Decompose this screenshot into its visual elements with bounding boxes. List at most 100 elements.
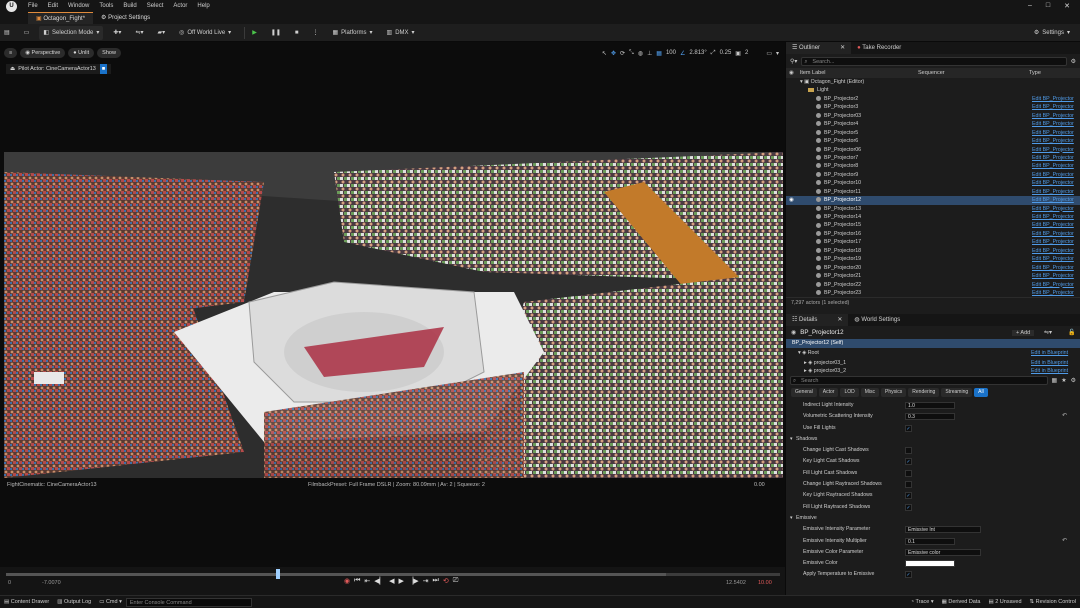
filter-rendering[interactable]: Rendering [908, 387, 940, 397]
edit-blueprint-link[interactable]: Edit BP_Projector [1032, 188, 1074, 196]
outliner-search-input[interactable]: ⌕ Search... [801, 56, 1067, 66]
property-checkbox[interactable] [905, 469, 912, 477]
edit-blueprint-link[interactable]: Edit BP_Projector [1032, 264, 1074, 272]
maximize-viewport-icon[interactable]: ▭ [766, 50, 772, 57]
show-button[interactable]: Show [97, 48, 121, 58]
edit-blueprint-link[interactable]: Edit BP_Projector [1032, 171, 1074, 179]
edit-blueprint-link[interactable]: Edit BP_Projector [1032, 230, 1074, 238]
grid-snap-value[interactable]: 100 [666, 50, 676, 56]
component-projector-2[interactable]: ▸ ◈ projector03_2 Edit in Blueprint [786, 368, 1080, 374]
tab-outliner[interactable]: ☰ Outliner ✕ [786, 42, 852, 54]
tab-level[interactable]: ▣ Octagon_Fight* [28, 12, 94, 24]
cinematics-icon[interactable]: ▰▾ [153, 26, 169, 40]
edit-blueprint-link[interactable]: Edit BP_Projector [1032, 255, 1074, 263]
step-icon[interactable]: ❚❚ [267, 26, 285, 40]
property-value-field[interactable]: 0.3 [905, 413, 955, 421]
edit-blueprint-link[interactable]: Edit BP_Projector [1032, 95, 1074, 103]
timeline-in[interactable]: -7.0070 [42, 580, 61, 586]
property-checkbox[interactable]: ✓ [905, 492, 912, 500]
property-checkbox[interactable] [905, 481, 912, 489]
derived-data-button[interactable]: ▦ Derived Data [938, 596, 985, 608]
off-world-live-dropdown[interactable]: ◎ Off World Live ▾ [175, 26, 235, 40]
filter-actor[interactable]: Actor [818, 387, 839, 397]
scale-snap-value[interactable]: 0.25 [720, 50, 732, 56]
perspective-button[interactable]: ◉ Perspective [20, 48, 66, 58]
select-icon[interactable]: ↖ [602, 50, 607, 57]
outliner-item[interactable]: BP_Projector2 Edit BP_Projector [786, 95, 1080, 103]
property-section[interactable]: ▾ Shadows [786, 434, 1080, 445]
filter-icon[interactable]: ⚲▾ [790, 58, 797, 65]
outliner-item[interactable]: BP_Projector8 Edit BP_Projector [786, 162, 1080, 170]
level-viewport[interactable]: ≡ ◉ Perspective ● Unlit Show ⏏ Pilot Act… [0, 42, 785, 595]
close-icon[interactable]: ✕ [837, 317, 842, 323]
edit-blueprint-link[interactable]: Edit BP_Projector [1032, 120, 1074, 128]
camera-speed-value[interactable]: 2 [745, 50, 748, 56]
loop-icon[interactable]: ⟲ [443, 577, 449, 585]
scale-snap-icon[interactable]: ⤢ [711, 50, 716, 57]
edit-blueprint-link[interactable]: Edit BP_Projector [1032, 213, 1074, 221]
outliner-item[interactable]: BP_Projector16 Edit BP_Projector [786, 230, 1080, 238]
edit-blueprint-link[interactable]: Edit BP_Projector [1032, 221, 1074, 229]
filter-streaming[interactable]: Streaming [941, 387, 973, 397]
add-component-button[interactable]: + Add [1012, 329, 1035, 336]
cmd-dropdown[interactable]: ▭ Cmd ▾ [95, 596, 126, 608]
tab-take-recorder[interactable]: ● Take Recorder [851, 42, 907, 54]
outliner-item[interactable]: BP_Projector13 Edit BP_Projector [786, 205, 1080, 213]
edit-blueprint-link[interactable]: Edit BP_Projector [1032, 129, 1074, 137]
blueprint-options-icon[interactable]: ⇋▾ [1044, 329, 1052, 336]
record-icon[interactable]: ◉ [344, 577, 350, 585]
outliner-item[interactable]: BP_Projector20 Edit BP_Projector [786, 264, 1080, 272]
quick-add-icon[interactable]: ✚▾ [109, 26, 125, 40]
eject-icon[interactable]: ⏏ [10, 64, 15, 74]
dmx-dropdown[interactable]: ▥ DMX ▾ [383, 26, 419, 40]
viewport-options-icon[interactable]: ▾ [776, 50, 779, 57]
edit-blueprint-link[interactable]: Edit BP_Projector [1032, 179, 1074, 187]
rotate-icon[interactable]: ⟳ [620, 50, 625, 57]
outliner-item[interactable]: BP_Projector18 Edit BP_Projector [786, 247, 1080, 255]
edit-blueprint-link[interactable]: Edit BP_Projector [1032, 146, 1074, 154]
outliner-item[interactable]: BP_Projector6 Edit BP_Projector [786, 137, 1080, 145]
jump-start-icon[interactable]: ⏮ [354, 577, 360, 585]
outliner-item[interactable]: BP_Projector4 Edit BP_Projector [786, 120, 1080, 128]
outliner-item[interactable]: BP_Projector10 Edit BP_Projector [786, 179, 1080, 187]
timeline-end[interactable]: 10.00 [758, 580, 772, 586]
scene-render[interactable] [4, 152, 783, 478]
outliner-item[interactable]: BP_Projector23 Edit BP_Projector [786, 289, 1080, 297]
outliner-item[interactable]: BP_Projector3 Edit BP_Projector [786, 103, 1080, 111]
property-value-field[interactable]: Emissive Int [905, 526, 981, 534]
prev-key-icon[interactable]: ⇤ [364, 577, 370, 585]
menu-help[interactable]: Help [192, 0, 214, 12]
tree-root[interactable]: ▾ ▣ Octagon_Fight (Editor) [786, 78, 1080, 86]
save-icon[interactable]: ▤ [0, 26, 14, 40]
filter-misc[interactable]: Misc [860, 387, 880, 397]
grid-snap-icon[interactable]: ▦ [656, 50, 662, 57]
visibility-icon[interactable]: ◉ [789, 196, 794, 204]
edit-blueprint-link[interactable]: Edit BP_Projector [1032, 162, 1074, 170]
angle-snap-value[interactable]: 2.813° [689, 50, 706, 56]
edit-blueprint-link[interactable]: Edit BP_Projector [1032, 137, 1074, 145]
property-checkbox[interactable] [905, 447, 912, 455]
col-type[interactable]: Type [1029, 70, 1041, 76]
property-checkbox[interactable]: ✓ [905, 424, 912, 432]
edit-blueprint-link[interactable]: Edit BP_Projector [1032, 238, 1074, 246]
tab-world-settings[interactable]: ◍ World Settings [848, 314, 906, 326]
reset-to-default-icon[interactable]: ↶ [1062, 411, 1067, 422]
details-search-input[interactable]: ⌕ Search [790, 375, 1048, 385]
outliner-item[interactable]: BP_Projector5 Edit BP_Projector [786, 129, 1080, 137]
camera-speed-icon[interactable]: ▣ [735, 50, 741, 57]
reset-to-default-icon[interactable]: ↶ [1062, 536, 1067, 547]
outliner-item[interactable]: BP_Projector19 Edit BP_Projector [786, 255, 1080, 263]
angle-snap-icon[interactable]: ∠ [680, 50, 685, 57]
component-root[interactable]: ▾ ◈ Root Edit in Blueprint [786, 348, 1080, 358]
edit-blueprint-link[interactable]: Edit BP_Projector [1032, 289, 1074, 297]
menu-window[interactable]: Window [63, 0, 94, 12]
menu-edit[interactable]: Edit [43, 0, 63, 12]
stop-icon[interactable]: ■ [291, 26, 303, 40]
output-log-button[interactable]: ▥ Output Log [53, 596, 95, 608]
col-sequencer[interactable]: Sequencer [918, 70, 945, 76]
outliner-item[interactable]: BP_Projector15 Edit BP_Projector [786, 221, 1080, 229]
content-drawer-button[interactable]: ▤ Content Drawer [0, 596, 53, 608]
play-reverse-icon[interactable]: ◀ [389, 577, 394, 585]
prev-frame-icon[interactable]: ◀▏ [374, 577, 385, 585]
tab-project-settings[interactable]: ⚙ Project Settings [93, 12, 158, 24]
